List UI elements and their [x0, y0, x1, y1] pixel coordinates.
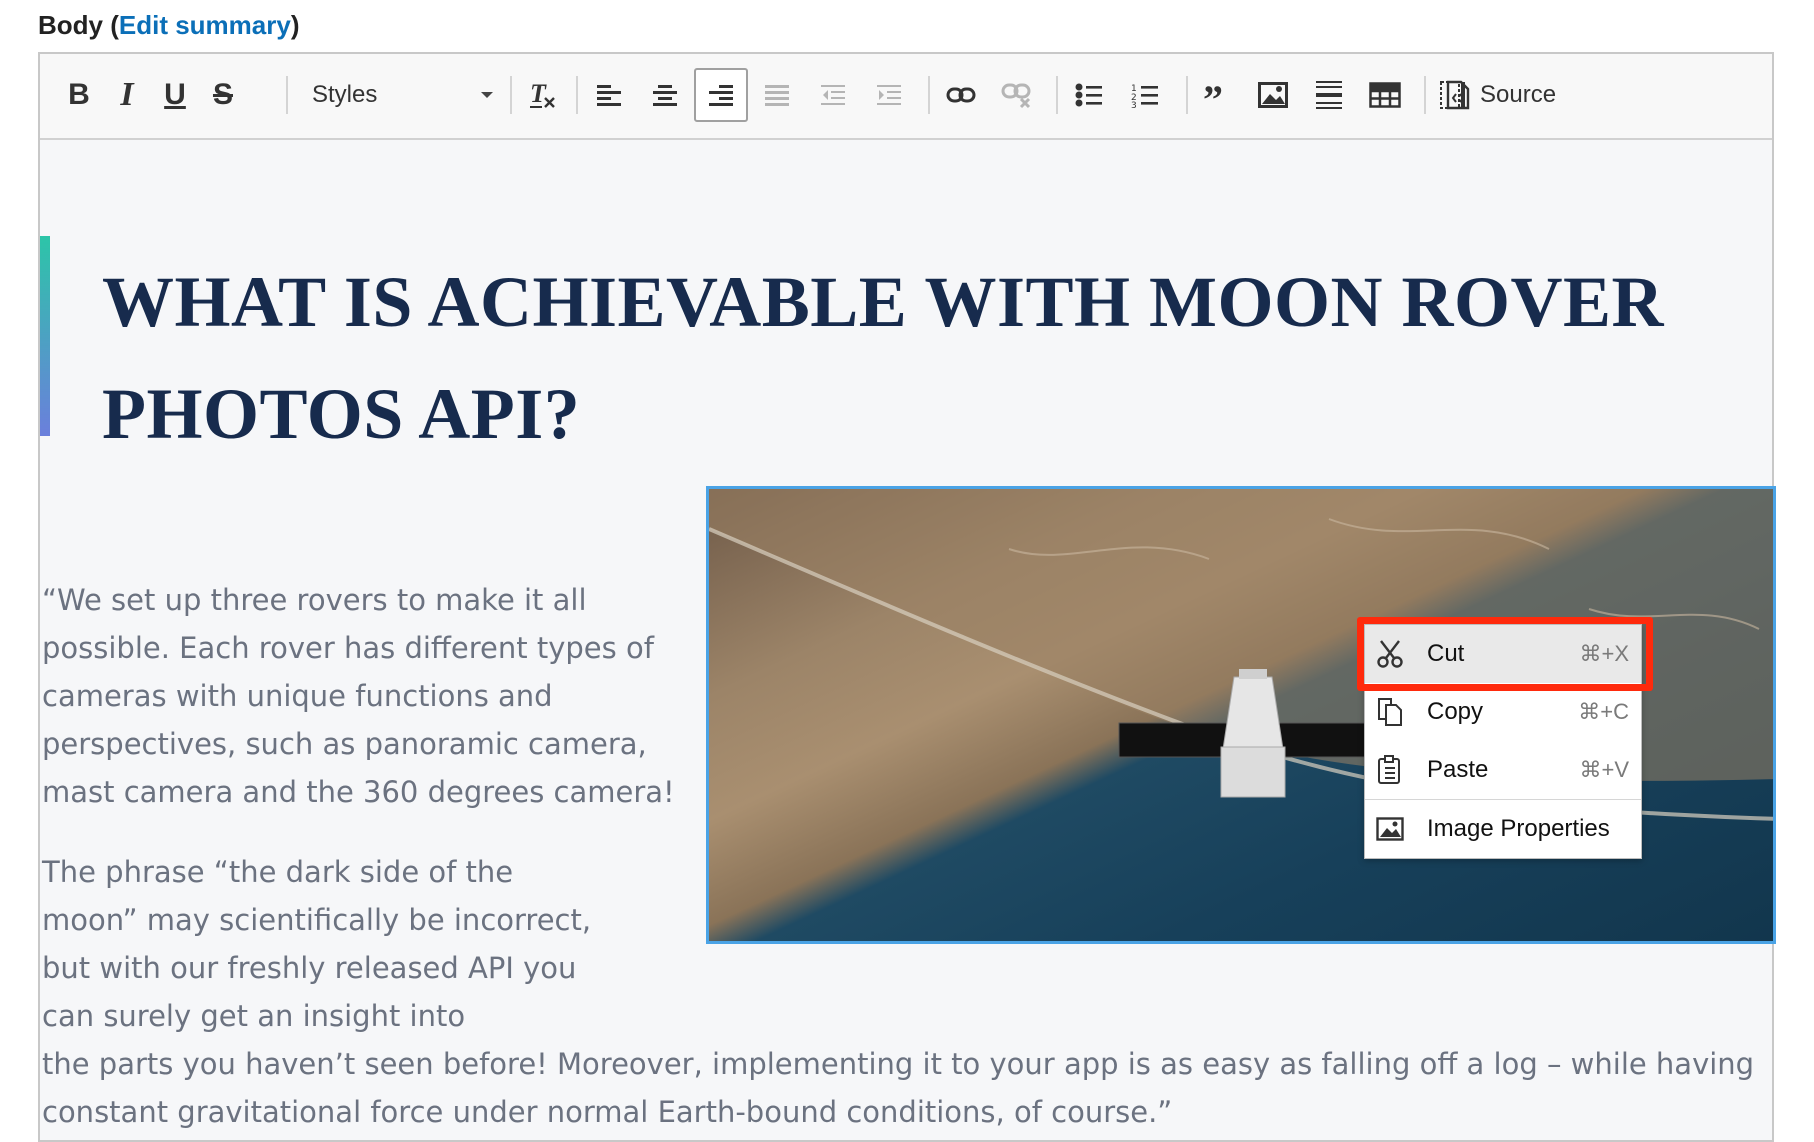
link-icon [946, 87, 976, 103]
strikethrough-button[interactable]: S [196, 68, 250, 122]
horizontal-rule-icon [1316, 81, 1342, 109]
image-icon [1375, 814, 1405, 844]
align-right-button[interactable] [694, 68, 748, 122]
paragraph-1: “We set up three rovers to make it all p… [42, 583, 675, 809]
italic-button[interactable]: I [100, 68, 154, 122]
copy-shortcut: ⌘+C [1578, 699, 1629, 724]
toolbar-separator [510, 76, 512, 114]
context-menu-paste[interactable]: Paste ⌘+V [1365, 741, 1641, 799]
toolbar-separator [1186, 76, 1188, 114]
field-label-text: Body [38, 10, 103, 40]
cut-label: Cut [1427, 640, 1465, 667]
paste-shortcut: ⌘+V [1579, 757, 1629, 782]
source-icon [1446, 80, 1470, 110]
field-label: Body (Edit summary) [38, 10, 300, 40]
bulleted-list-button[interactable] [1062, 68, 1116, 122]
chevron-down-icon [481, 92, 493, 98]
source-label: Source [1480, 81, 1557, 108]
context-menu-copy[interactable]: Copy ⌘+C [1365, 683, 1641, 741]
indent-icon [877, 85, 901, 105]
align-right-icon [709, 85, 733, 106]
remove-format-button[interactable]: T [516, 68, 570, 122]
align-left-button[interactable] [582, 68, 636, 122]
context-menu-cut[interactable]: Cut ⌘+X [1357, 617, 1653, 691]
svg-text:T: T [530, 80, 547, 108]
toolbar-separator [928, 76, 930, 114]
numbered-list-button[interactable]: 123 [1118, 68, 1172, 122]
remove-format-icon: T [530, 80, 555, 108]
paste-icon [1375, 755, 1405, 785]
svg-text:3: 3 [1131, 101, 1137, 108]
content-heading: WHAT IS ACHIEVABLE WITH MOON ROVER PHOTO… [102, 262, 1665, 454]
toolbar-separator [576, 76, 578, 114]
copy-label: Copy [1427, 698, 1484, 725]
justify-icon [765, 85, 789, 106]
scissors-icon [1375, 639, 1405, 669]
rich-text-editor: B I U S Styles T 1 2 3 ” Source WHAT IS … [38, 52, 1776, 1142]
underline-icon: U [164, 78, 186, 111]
cut-shortcut: ⌘+X [1579, 641, 1629, 666]
align-center-button[interactable] [638, 68, 692, 122]
link-button[interactable] [934, 68, 988, 122]
table-button[interactable] [1358, 68, 1412, 122]
styles-dropdown[interactable]: Styles [302, 68, 502, 122]
blockquote-button[interactable]: ” [1190, 68, 1244, 122]
bold-icon: B [68, 78, 90, 111]
context-menu-image-properties[interactable]: Image Properties [1365, 800, 1641, 858]
paragraph-2-part-2: the parts you haven’t seen before! Moreo… [42, 1047, 1755, 1129]
toolbar-separator [1056, 76, 1058, 114]
justify-button[interactable] [750, 68, 804, 122]
bold-button[interactable]: B [52, 68, 106, 122]
blockquote-icon: ” [1203, 83, 1223, 107]
image-properties-label: Image Properties [1427, 815, 1610, 842]
italic-icon: I [120, 76, 134, 113]
styles-label: Styles [312, 81, 378, 108]
outdent-button[interactable] [806, 68, 860, 122]
heading-accent-bar [40, 236, 50, 436]
edit-summary-link[interactable]: Edit summary [119, 10, 291, 40]
paste-label: Paste [1427, 756, 1489, 783]
numbered-list-icon: 123 [1131, 84, 1158, 108]
horizontal-rule-button[interactable] [1302, 68, 1356, 122]
table-icon [1369, 82, 1401, 108]
align-center-icon [653, 85, 677, 106]
strikethrough-icon: S [212, 78, 233, 111]
bulleted-list-icon [1075, 83, 1102, 107]
context-menu: Cut ⌘+X Copy ⌘+C Paste ⌘+V Image Propert… [1357, 617, 1653, 859]
outdent-icon [821, 85, 845, 105]
underline-button[interactable]: U [148, 68, 202, 122]
editor-toolbar: B I U S Styles T 1 2 3 ” Source [40, 54, 1772, 140]
svg-text:”: ” [1203, 83, 1223, 107]
image-icon [1258, 82, 1288, 108]
toolbar-separator [286, 76, 288, 114]
align-left-icon [597, 85, 621, 106]
source-button[interactable]: Source [1446, 68, 1556, 122]
paragraph-2-part-1: The phrase “the dark side of the moon” m… [42, 855, 592, 1033]
copy-icon [1375, 697, 1405, 727]
unlink-icon [1001, 83, 1031, 109]
editor-content[interactable]: WHAT IS ACHIEVABLE WITH MOON ROVER PHOTO… [40, 140, 1776, 1140]
unlink-button[interactable] [990, 68, 1044, 122]
image-button[interactable] [1246, 68, 1300, 122]
indent-button[interactable] [862, 68, 916, 122]
